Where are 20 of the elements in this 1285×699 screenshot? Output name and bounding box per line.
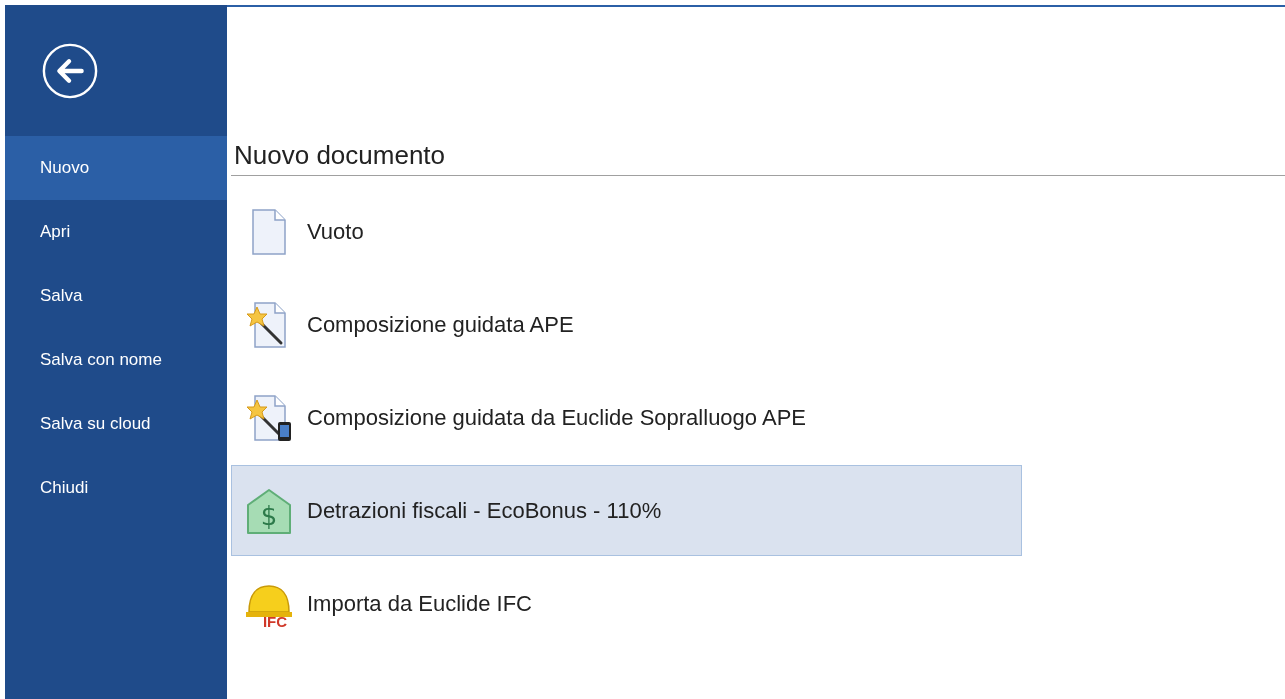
template-label: Detrazioni fiscali - EcoBonus - 110% — [307, 497, 662, 524]
template-label: Composizione guidata APE — [307, 311, 574, 338]
sidebar-item[interactable]: Salva su cloud — [5, 392, 227, 456]
house-icon: $ — [245, 486, 293, 535]
template-item[interactable]: IFC Importa da Euclide IFC — [231, 558, 1022, 649]
sidebar-item[interactable]: Salva — [5, 264, 227, 328]
template-item[interactable]: Vuoto — [231, 186, 1022, 277]
template-item[interactable]: Composizione guidata APE — [231, 279, 1022, 370]
document-wand-phone-icon — [245, 393, 293, 442]
sidebar-item[interactable]: Apri — [5, 200, 227, 264]
sidebar-item[interactable]: Salva con nome — [5, 328, 227, 392]
sidebar-item[interactable]: Chiudi — [5, 456, 227, 520]
template-label: Vuoto — [307, 218, 364, 245]
sidebar-item[interactable]: Nuovo — [5, 136, 227, 200]
template-label: Composizione guidata da Euclide Sopralluogo APE — [307, 404, 806, 431]
back-icon[interactable] — [41, 41, 99, 100]
section-title: Nuovo documento — [233, 140, 447, 171]
template-label: Importa da Euclide IFC — [307, 590, 532, 617]
template-item[interactable]: Composizione guidata da Euclide Sopralluogo APE — [231, 372, 1022, 463]
template-item[interactable]: $ Detrazioni fiscali - EcoBonus - 110% — [231, 465, 1022, 556]
